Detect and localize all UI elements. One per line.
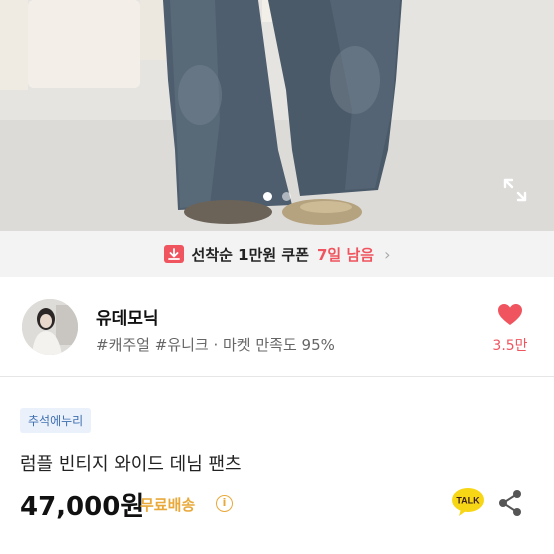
chevron-right-icon: › xyxy=(384,244,391,264)
coupon-days-left: 7일 남음 xyxy=(317,245,375,264)
seller-avatar[interactable] xyxy=(22,299,78,355)
kakao-talk-icon: TALK xyxy=(452,488,484,516)
product-price: 47,000원 xyxy=(20,492,145,522)
share-icon xyxy=(499,490,521,516)
seller-name[interactable]: 유데모닉 xyxy=(96,304,159,329)
event-badge: 추석에누리 xyxy=(20,408,92,433)
share-button[interactable] xyxy=(497,489,523,517)
seller-section: 유데모닉 #캐주얼 #유니크 · 마켓 만족도 95% 3.5만 xyxy=(0,277,554,377)
shipping-label: 무료배송 xyxy=(140,496,196,514)
expand-icon[interactable] xyxy=(502,177,528,203)
like-count: 3.5만 xyxy=(492,338,528,354)
coupon-banner[interactable]: 선착순 1만원 쿠폰 7일 남음 › xyxy=(0,231,554,277)
kakao-talk-button[interactable]: TALK xyxy=(451,487,485,517)
carousel-dot[interactable] xyxy=(282,192,291,201)
coupon-download-icon xyxy=(163,245,184,263)
svg-text:TALK: TALK xyxy=(456,496,480,506)
carousel-indicator xyxy=(0,192,554,201)
coupon-text: 선착순 1만원 쿠폰 xyxy=(191,245,309,264)
carousel-dot-active[interactable] xyxy=(263,192,272,201)
product-image-carousel[interactable] xyxy=(0,0,554,231)
like-button[interactable]: 3.5만 xyxy=(488,303,532,355)
heart-icon xyxy=(498,304,522,325)
product-title: 럼플 빈티지 와이드 데님 팬츠 xyxy=(20,454,242,475)
seller-tags: #캐주얼 #유니크 · 마켓 만족도 95% xyxy=(96,336,335,354)
info-icon[interactable]: i xyxy=(216,495,233,512)
